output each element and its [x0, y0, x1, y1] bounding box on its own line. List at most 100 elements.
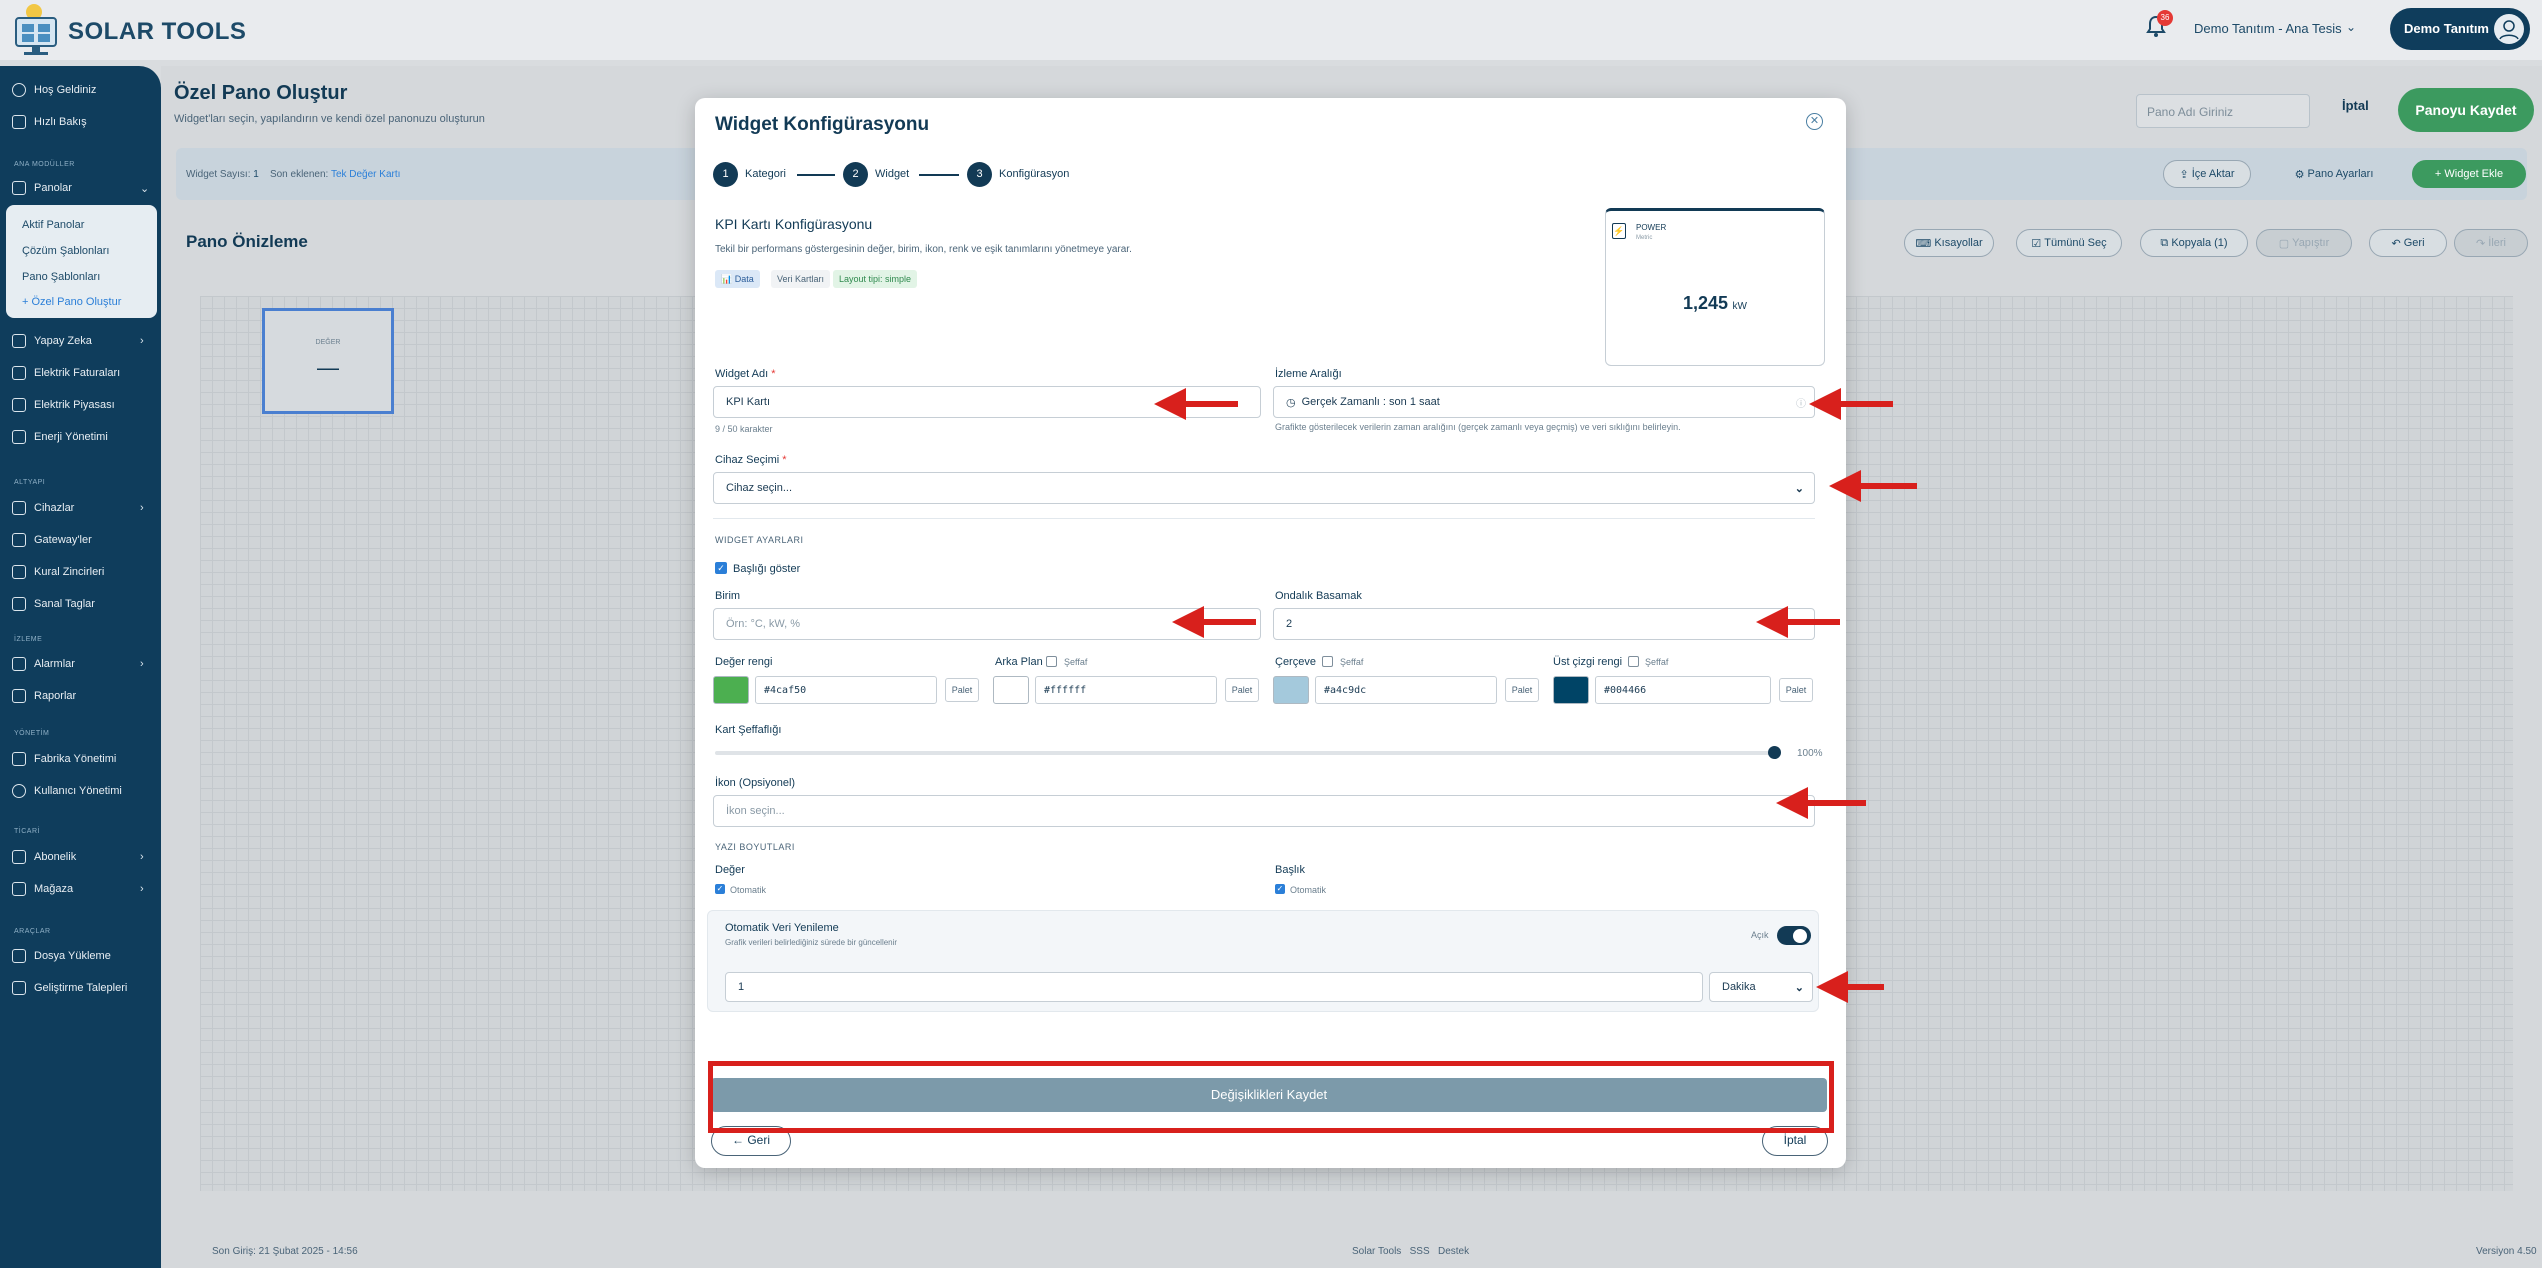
- copy-icon: ⧉: [2160, 236, 2172, 249]
- save-pano-button[interactable]: Panoyu Kaydet: [2398, 88, 2534, 132]
- value-palette-button[interactable]: Palet: [945, 678, 979, 702]
- sidebar-subitem-create[interactable]: + Özel Pano Oluştur: [22, 296, 121, 308]
- range-input[interactable]: ◷ Gerçek Zamanlı : son 1 saat ⓘ: [1273, 386, 1815, 418]
- bg-color-input[interactable]: #ffffff: [1035, 676, 1217, 704]
- top-line-palette-button[interactable]: Palet: [1779, 678, 1813, 702]
- config-section-desc: Tekil bir performans göstergesinin değer…: [715, 244, 1132, 255]
- opacity-slider-track[interactable]: [715, 751, 1778, 755]
- sidebar-subitem-templates[interactable]: Pano Şablonları: [22, 271, 100, 283]
- sidebar-item-reports[interactable]: Raporlar: [12, 686, 76, 706]
- sidebar-subitem-solutions[interactable]: Çözüm Şablonları: [22, 245, 109, 257]
- bg-transparent-checkbox[interactable]: [1046, 656, 1057, 667]
- step-2-dot[interactable]: 2: [843, 162, 868, 187]
- keyboard-icon: ⌨: [1915, 237, 1935, 250]
- font-title-auto-checkbox[interactable]: ✓: [1275, 884, 1285, 894]
- tag-category: Veri Kartları: [771, 270, 831, 288]
- sidebar-item-upload[interactable]: Dosya Yükleme: [12, 946, 111, 966]
- sidebar-item-gateways[interactable]: Gateway'ler: [12, 530, 92, 550]
- top-line-transparent-checkbox[interactable]: [1628, 656, 1639, 667]
- border-color-input[interactable]: #a4c9dc: [1315, 676, 1497, 704]
- show-title-label: Başlığı göster: [733, 563, 801, 575]
- sidebar-item-energy[interactable]: Enerji Yönetimi: [12, 427, 108, 447]
- invoice-icon: [12, 366, 26, 380]
- page-subtitle: Widget'ları seçin, yapılandırın ve kendi…: [174, 113, 485, 125]
- sidebar-item-rules[interactable]: Kural Zincirleri: [12, 562, 104, 582]
- border-transparent-checkbox[interactable]: [1322, 656, 1333, 667]
- auto-refresh-title: Otomatik Veri Yenileme: [725, 922, 839, 934]
- cancel-button[interactable]: İptal: [2342, 98, 2369, 113]
- sidebar-item-quick[interactable]: Hızlı Bakış: [12, 112, 87, 132]
- chevron-right-icon: ›: [140, 658, 144, 670]
- interval-unit-select[interactable]: Dakika ⌄: [1709, 972, 1813, 1002]
- redo-button[interactable]: ↷ İleri: [2454, 229, 2528, 257]
- sidebar-item-dev-requests[interactable]: Geliştirme Talepleri: [12, 978, 127, 998]
- shortcuts-button[interactable]: ⌨ Kısayollar: [1904, 229, 1994, 257]
- footer-link-solar[interactable]: Solar Tools: [1352, 1246, 1401, 1257]
- footer-link-faq[interactable]: SSS: [1410, 1246, 1430, 1257]
- sidebar-item-alarms[interactable]: Alarmlar ›: [12, 654, 144, 674]
- tenant-selector[interactable]: Demo Tanıtım - Ana Tesis: [2194, 21, 2342, 36]
- avatar[interactable]: [2494, 14, 2524, 44]
- bg-color-swatch[interactable]: [993, 676, 1029, 704]
- close-icon[interactable]: ✕: [1806, 113, 1823, 130]
- import-button[interactable]: ⇪ İçe Aktar: [2163, 160, 2251, 188]
- add-widget-button[interactable]: + Widget Ekle: [2412, 160, 2526, 188]
- chevron-down-icon[interactable]: ⌄: [2346, 20, 2356, 34]
- sliders-icon: [12, 430, 26, 444]
- undo-icon: ↶: [2391, 237, 2404, 250]
- border-color-swatch[interactable]: [1273, 676, 1309, 704]
- font-title-label: Başlık: [1275, 864, 1305, 876]
- canvas-widget[interactable]: DEĞER —: [262, 308, 394, 414]
- widget-name-hint: 9 / 50 karakter: [715, 424, 773, 434]
- sidebar-item-market[interactable]: Elektrik Piyasası: [12, 395, 115, 415]
- ai-icon: [12, 334, 26, 348]
- undo-button[interactable]: ↶ Geri: [2369, 229, 2447, 257]
- bg-palette-button[interactable]: Palet: [1225, 678, 1259, 702]
- top-line-color-input[interactable]: #004466: [1595, 676, 1771, 704]
- copy-button[interactable]: ⧉ Kopyala (1): [2140, 229, 2248, 257]
- pano-name-input[interactable]: Pano Adı Giriniz: [2136, 94, 2310, 128]
- sidebar-subitem-active[interactable]: Aktif Panolar: [22, 219, 84, 231]
- select-all-button[interactable]: ☑ Tümünü Seç: [2016, 229, 2122, 257]
- opacity-slider-thumb[interactable]: [1768, 746, 1781, 759]
- step-connector: [797, 174, 835, 176]
- decimals-input[interactable]: 2: [1273, 608, 1815, 640]
- toggle-knob: [1793, 929, 1807, 943]
- step-3-dot[interactable]: 3: [967, 162, 992, 187]
- pano-settings-button[interactable]: ⚙ Pano Ayarları: [2284, 160, 2384, 188]
- gateway-icon: [12, 533, 26, 547]
- sidebar-item-store[interactable]: Mağaza ›: [12, 879, 144, 899]
- step-2-label[interactable]: Widget: [875, 168, 909, 180]
- step-3-label[interactable]: Konfigürasyon: [999, 168, 1069, 180]
- step-1-label[interactable]: Kategori: [745, 168, 786, 180]
- sidebar-item-subscription[interactable]: Abonelik ›: [12, 847, 144, 867]
- sidebar-item-panolar[interactable]: Panolar ⌄: [12, 178, 149, 198]
- border-palette-button[interactable]: Palet: [1505, 678, 1539, 702]
- device-select[interactable]: Cihaz seçin... ⌄: [713, 472, 1815, 504]
- modal-title: Widget Konfigürasyonu: [715, 114, 930, 135]
- sidebar-section-infra: ALTYAPI: [14, 479, 46, 486]
- font-value-auto-checkbox[interactable]: ✓: [715, 884, 725, 894]
- top-line-color-swatch[interactable]: [1553, 676, 1589, 704]
- icon-select[interactable]: İkon seçin...: [713, 795, 1815, 827]
- interval-input[interactable]: 1: [725, 972, 1703, 1002]
- border-transparent-label: Şeffaf: [1340, 657, 1364, 667]
- checkbox-icon: ☑: [2031, 237, 2045, 250]
- sidebar-item-users[interactable]: Kullanıcı Yönetimi: [12, 781, 122, 801]
- footer-link-support[interactable]: Destek: [1438, 1246, 1469, 1257]
- sidebar-item-cihazlar[interactable]: Cihazlar ›: [12, 498, 144, 518]
- value-color-input[interactable]: #4caf50: [755, 676, 937, 704]
- sidebar-item-ai[interactable]: Yapay Zeka ›: [12, 331, 144, 351]
- dashboard-icon: [12, 181, 26, 195]
- sidebar-item-invoices[interactable]: Elektrik Faturaları: [12, 363, 120, 383]
- divider: [713, 518, 1815, 519]
- sidebar-item-virtual-tags[interactable]: Sanal Taglar: [12, 594, 95, 614]
- sidebar-item-welcome[interactable]: Hoş Geldiniz: [12, 80, 96, 100]
- bg-color-label: Arka Plan: [995, 656, 1043, 668]
- value-color-swatch[interactable]: [713, 676, 749, 704]
- toggle-state-label: Açık: [1751, 930, 1769, 940]
- show-title-checkbox[interactable]: ✓: [715, 562, 727, 574]
- paste-button[interactable]: ▢ Yapıştır: [2256, 229, 2352, 257]
- step-1-dot[interactable]: 1: [713, 162, 738, 187]
- sidebar-item-factory[interactable]: Fabrika Yönetimi: [12, 749, 116, 769]
